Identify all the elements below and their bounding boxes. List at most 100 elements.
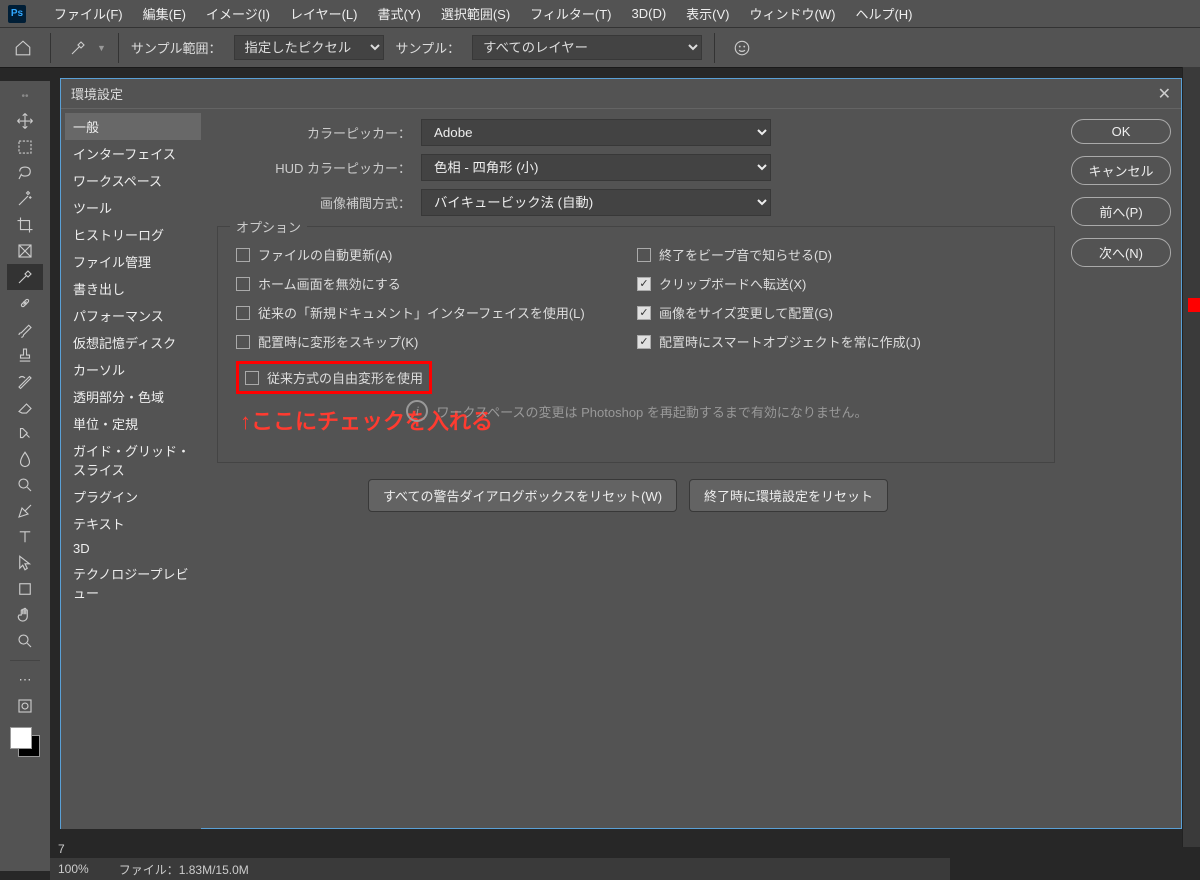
sidebar-item-cursors[interactable]: カーソル [65, 356, 201, 383]
hud-picker-select[interactable]: 色相 - 四角形 (小) [421, 154, 771, 181]
pen-tool[interactable] [7, 498, 43, 524]
prefs-content: カラーピッカー： Adobe HUD カラーピッカー： 色相 - 四角形 (小)… [201, 109, 1071, 829]
sidebar-item-plugins[interactable]: プラグイン [65, 483, 201, 510]
color-picker-label: カラーピッカー： [201, 123, 421, 142]
separator [50, 33, 51, 63]
lasso-tool[interactable] [7, 160, 43, 186]
sample-range-label: サンプル範囲： [131, 38, 222, 57]
brush-tool[interactable] [7, 316, 43, 342]
move-tool[interactable] [7, 108, 43, 134]
checkbox-legacy-newdoc[interactable]: 従来の「新規ドキュメント」インターフェイスを使用(L) [236, 303, 637, 322]
separator [118, 33, 119, 63]
options-bar: ▼ サンプル範囲： 指定したピクセル サンプル： すべてのレイヤー [0, 27, 1200, 67]
tools-panel: •• ⋯ [0, 81, 50, 871]
checkbox-export-clipboard[interactable]: ✓クリップボードへ転送(X) [637, 274, 1038, 293]
gradient-tool[interactable] [7, 420, 43, 446]
sidebar-item-filehandling[interactable]: ファイル管理 [65, 248, 201, 275]
sidebar-item-units[interactable]: 単位・定規 [65, 410, 201, 437]
menu-view[interactable]: 表示(V) [676, 0, 739, 27]
hud-picker-label: HUD カラーピッカー： [201, 158, 421, 177]
info-message: i ワークスペースの変更は Photoshop を再起動するまで有効になりません… [236, 400, 1038, 422]
doc-tab-label: 7 [58, 842, 65, 856]
separator [714, 33, 715, 63]
sample-range-select[interactable]: 指定したピクセル [234, 35, 384, 60]
checkbox-skip-transform[interactable]: 配置時に変形をスキップ(K) [236, 332, 637, 351]
marquee-tool[interactable] [7, 134, 43, 160]
path-select-tool[interactable] [7, 550, 43, 576]
divider [10, 660, 40, 661]
eyedropper-icon[interactable] [63, 33, 93, 63]
zoom-level[interactable]: 100% [58, 862, 89, 876]
menu-image[interactable]: イメージ(I) [196, 0, 280, 27]
prev-button[interactable]: 前へ(P) [1071, 197, 1171, 226]
right-panel-strip [1182, 67, 1200, 847]
menu-filter[interactable]: フィルター(T) [520, 0, 621, 27]
sidebar-item-workspace[interactable]: ワークスペース [65, 167, 201, 194]
checkbox-beep[interactable]: 終了をビープ音で知らせる(D) [637, 245, 1038, 264]
sample-label: サンプル： [396, 38, 461, 57]
sidebar-item-interface[interactable]: インターフェイス [65, 140, 201, 167]
sidebar-item-historylog[interactable]: ヒストリーログ [65, 221, 201, 248]
options-legend: オプション [230, 217, 307, 236]
menu-3d[interactable]: 3D(D) [622, 2, 677, 25]
shape-tool[interactable] [7, 576, 43, 602]
zoom-tool[interactable] [7, 628, 43, 654]
checkbox-disable-home[interactable]: ホーム画面を無効にする [236, 274, 637, 293]
sidebar-item-type[interactable]: テキスト [65, 510, 201, 537]
wand-tool[interactable] [7, 186, 43, 212]
dialog-actions: OK キャンセル 前へ(P) 次へ(N) [1071, 109, 1181, 829]
checkbox-smart-object[interactable]: ✓配置時にスマートオブジェクトを常に作成(J) [637, 332, 1038, 351]
sidebar-item-transparency[interactable]: 透明部分・色域 [65, 383, 201, 410]
checkbox-resize-place[interactable]: ✓画像をサイズ変更して配置(G) [637, 303, 1038, 322]
ok-button[interactable]: OK [1071, 119, 1171, 144]
quick-mask[interactable] [7, 693, 43, 719]
blur-tool[interactable] [7, 446, 43, 472]
home-icon[interactable] [8, 33, 38, 63]
color-picker-select[interactable]: Adobe [421, 119, 771, 146]
sidebar-item-guides[interactable]: ガイド・グリッド・スライス [65, 437, 201, 483]
prefs-sidebar: 一般 インターフェイス ワークスペース ツール ヒストリーログ ファイル管理 書… [61, 109, 201, 829]
reset-prefs-button[interactable]: 終了時に環境設定をリセット [689, 479, 888, 512]
sidebar-item-general[interactable]: 一般 [65, 113, 201, 140]
edit-toolbar[interactable]: ⋯ [7, 667, 43, 693]
sidebar-item-performance[interactable]: パフォーマンス [65, 302, 201, 329]
dodge-tool[interactable] [7, 472, 43, 498]
sample-select[interactable]: すべてのレイヤー [472, 35, 702, 60]
dialog-title: 環境設定 [71, 84, 123, 103]
hand-tool[interactable] [7, 602, 43, 628]
sidebar-item-3d[interactable]: 3D [65, 537, 201, 560]
smiley-icon[interactable] [727, 33, 757, 63]
sidebar-item-export[interactable]: 書き出し [65, 275, 201, 302]
info-icon: i [406, 400, 428, 422]
menu-layer[interactable]: レイヤー(L) [280, 0, 368, 27]
menu-edit[interactable]: 編集(E) [133, 0, 196, 27]
sidebar-item-scratch[interactable]: 仮想記憶ディスク [65, 329, 201, 356]
interp-label: 画像補間方式： [201, 193, 421, 212]
stamp-tool[interactable] [7, 342, 43, 368]
highlight-box: 従来方式の自由変形を使用 [236, 361, 432, 394]
menu-help[interactable]: ヘルプ(H) [845, 0, 922, 27]
checkbox-auto-update[interactable]: ファイルの自動更新(A) [236, 245, 637, 264]
healing-tool[interactable] [7, 290, 43, 316]
color-swatch[interactable] [10, 727, 40, 757]
type-tool[interactable] [7, 524, 43, 550]
interp-select[interactable]: バイキュービック法 (自動) [421, 189, 771, 216]
reset-warnings-button[interactable]: すべての警告ダイアログボックスをリセット(W) [368, 479, 677, 512]
chevron-down-icon[interactable]: ▼ [97, 43, 106, 53]
next-button[interactable]: 次へ(N) [1071, 238, 1171, 267]
menu-file[interactable]: ファイル(F) [44, 0, 133, 27]
sidebar-item-techpreview[interactable]: テクノロジープレビュー [65, 560, 201, 606]
crop-tool[interactable] [7, 212, 43, 238]
frame-tool[interactable] [7, 238, 43, 264]
menu-type[interactable]: 書式(Y) [367, 0, 430, 27]
collapse-dots[interactable]: •• [21, 91, 28, 102]
cancel-button[interactable]: キャンセル [1071, 156, 1171, 185]
eraser-tool[interactable] [7, 394, 43, 420]
close-icon[interactable]: ✕ [1158, 84, 1171, 104]
menu-window[interactable]: ウィンドウ(W) [740, 0, 846, 27]
sidebar-item-tools[interactable]: ツール [65, 194, 201, 221]
checkbox-legacy-freetransform[interactable]: 従来方式の自由変形を使用 [245, 368, 423, 387]
menu-select[interactable]: 選択範囲(S) [431, 0, 520, 27]
history-brush-tool[interactable] [7, 368, 43, 394]
eyedropper-tool[interactable] [7, 264, 43, 290]
